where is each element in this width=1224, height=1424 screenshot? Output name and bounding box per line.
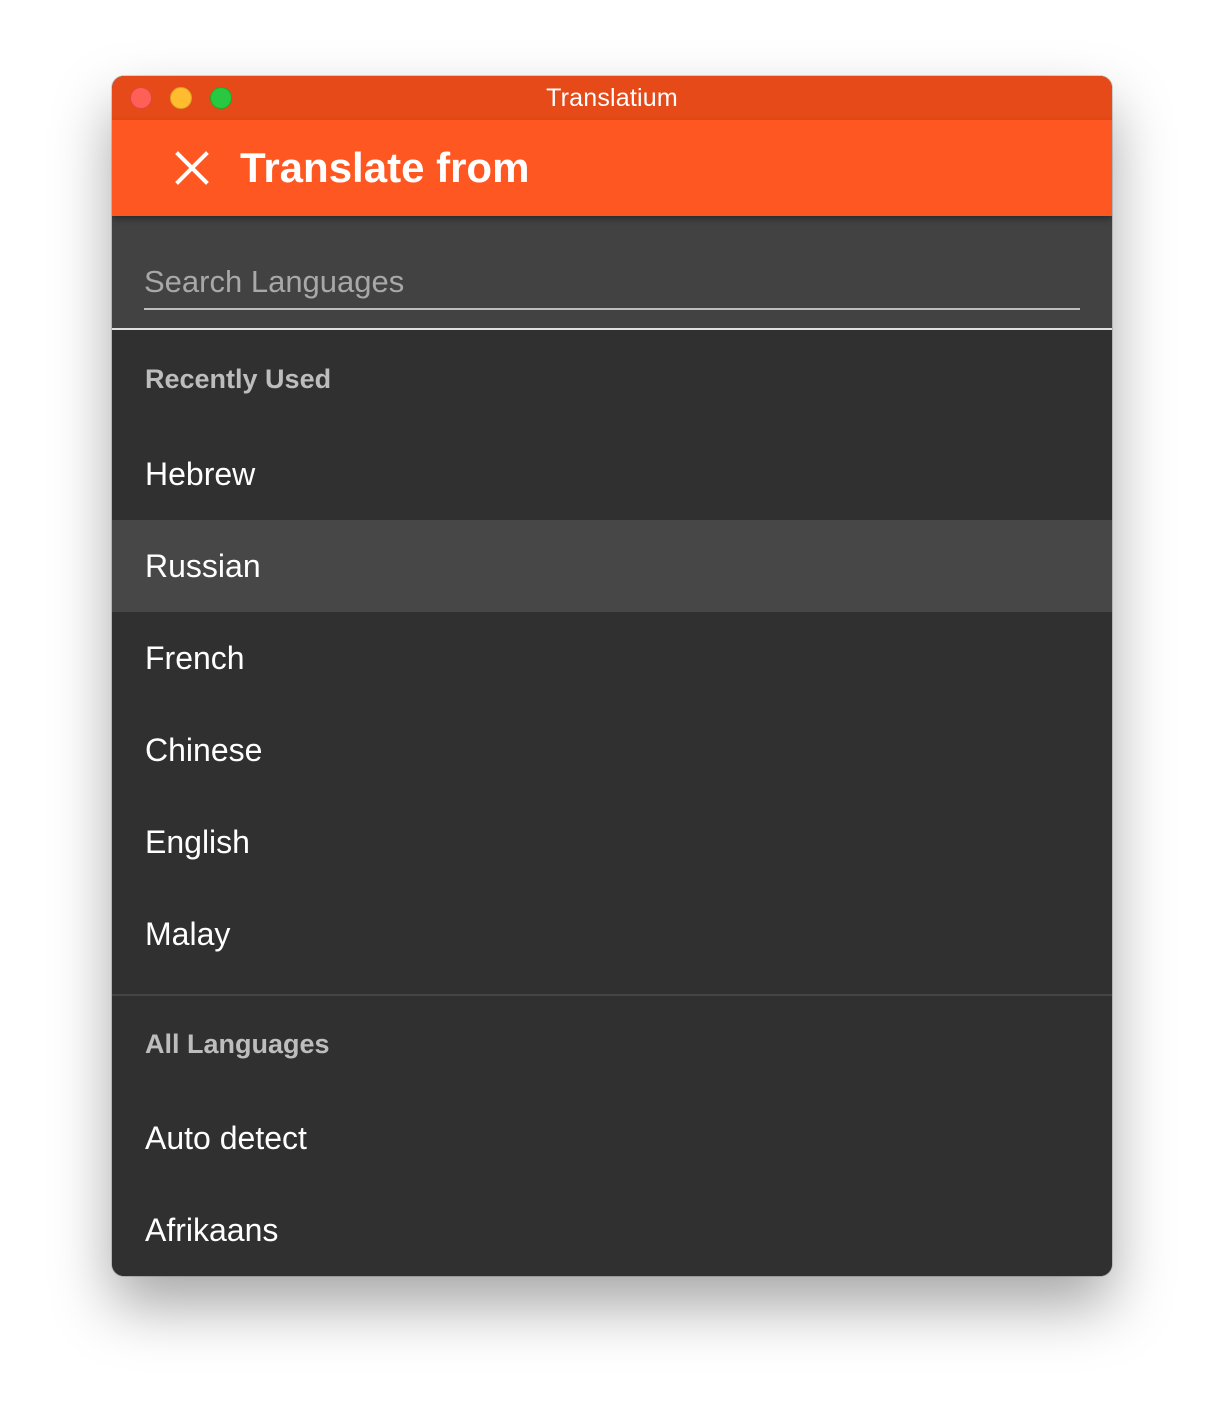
- search-input[interactable]: [144, 256, 1080, 310]
- language-item-malay[interactable]: Malay: [112, 888, 1112, 980]
- page-title: Translate from: [240, 144, 530, 191]
- language-item-chinese[interactable]: Chinese: [112, 704, 1112, 796]
- window-controls: [130, 87, 232, 109]
- section-header-recently-used: Recently Used: [145, 363, 332, 394]
- app-bar: Translate from: [112, 120, 1112, 216]
- section-header-all-languages: All Languages: [145, 1028, 330, 1059]
- app-window: Translatium Translate from Recently Used…: [112, 76, 1112, 1276]
- language-item-hebrew[interactable]: Hebrew: [112, 428, 1112, 520]
- close-button[interactable]: [160, 136, 224, 200]
- language-item-russian[interactable]: Russian: [112, 520, 1112, 612]
- title-bar[interactable]: Translatium: [112, 76, 1112, 120]
- language-item-afrikaans[interactable]: Afrikaans: [112, 1184, 1112, 1276]
- language-item-auto-detect[interactable]: Auto detect: [112, 1092, 1112, 1184]
- window-minimize-button[interactable]: [170, 87, 192, 109]
- search-container: [112, 216, 1112, 330]
- window-close-button[interactable]: [130, 87, 152, 109]
- close-icon: [175, 151, 209, 185]
- window-title: Translatium: [546, 83, 678, 112]
- window-zoom-button[interactable]: [210, 87, 232, 109]
- language-list: Recently Used Hebrew Russian French Chin…: [112, 330, 1112, 1276]
- language-item-french[interactable]: French: [112, 612, 1112, 704]
- language-item-english[interactable]: English: [112, 796, 1112, 888]
